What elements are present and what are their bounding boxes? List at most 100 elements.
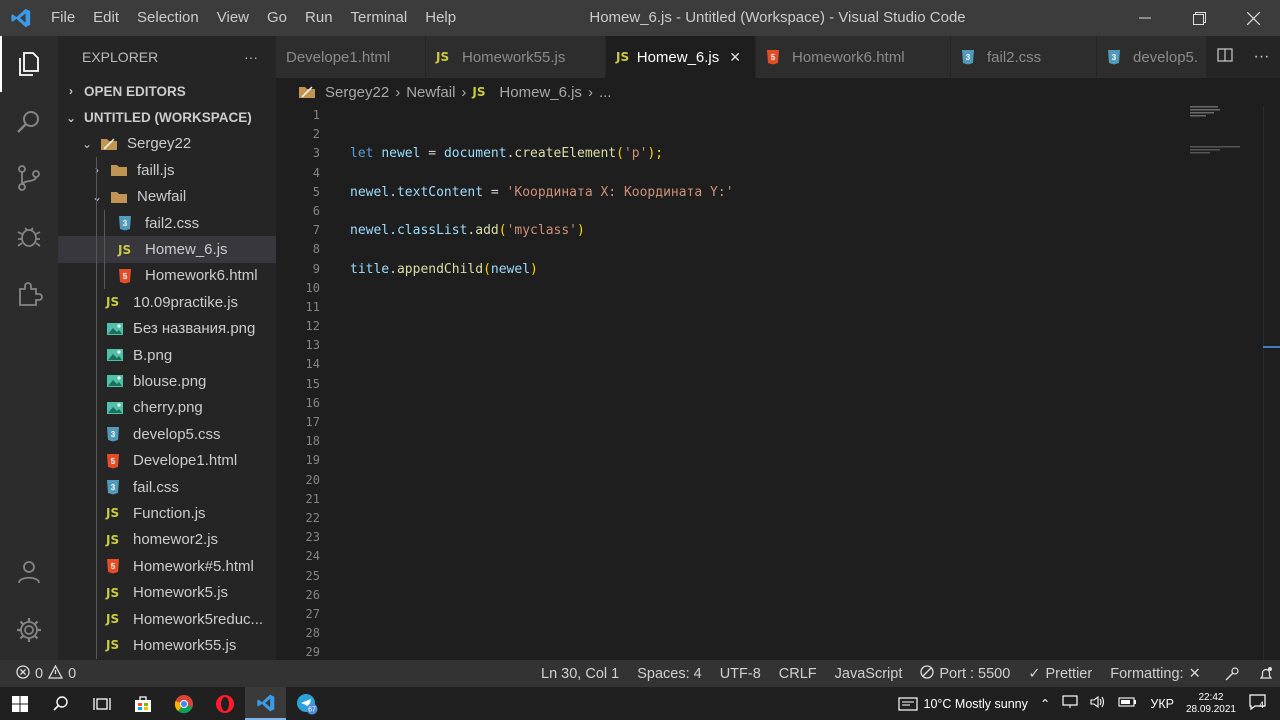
code-area[interactable]: let newel = document.createElement('p');… — [350, 106, 734, 279]
line-number-gutter: 1 2 3 4 5 6 7 8 9 10 11 12 13 14 15 16 17 18 19 20 21 22 23 24 2… — [276, 106, 320, 662]
menu-go[interactable]: Go — [258, 0, 296, 36]
tree-item[interactable]: JS Homework55.js — [58, 632, 276, 659]
tree-item[interactable]: 5 Homework#5.html — [58, 553, 276, 580]
html-file-icon: 5 — [118, 268, 138, 284]
close-tab-icon[interactable]: ✕ — [729, 49, 741, 66]
menu-run[interactable]: Run — [296, 0, 342, 36]
cursor-position[interactable]: Ln 30, Col 1 — [532, 666, 628, 682]
tree-item[interactable]: ⌄ Newfail — [58, 183, 276, 210]
feedback-icon[interactable] — [1210, 666, 1249, 682]
line-number: 23 — [305, 530, 320, 545]
tree-item[interactable]: cherry.png — [58, 394, 276, 422]
chrome-icon[interactable] — [163, 687, 204, 720]
volume-icon[interactable] — [1084, 695, 1112, 712]
tree-item[interactable]: 5 Develope1.html — [58, 447, 276, 474]
token-paren: ( — [483, 261, 491, 277]
input-language[interactable]: УКР — [1144, 697, 1180, 711]
extensions-icon[interactable] — [0, 266, 58, 322]
tree-item-label: 10.09practike.js — [133, 293, 239, 311]
search-icon[interactable] — [0, 94, 58, 150]
tree-item[interactable]: JS 10.09practike.js — [58, 289, 276, 316]
tree-item[interactable]: JS Homew_6.js — [58, 236, 276, 263]
tree-item[interactable]: 5 Homework6.html — [58, 262, 276, 290]
editor-scrollbar[interactable] — [1263, 106, 1280, 660]
opera-icon[interactable] — [204, 687, 245, 720]
menu-selection[interactable]: Selection — [128, 0, 208, 36]
tree-item[interactable]: JS Function.js — [58, 500, 276, 527]
explorer-icon[interactable] — [0, 36, 58, 92]
source-control-icon[interactable] — [0, 150, 58, 206]
line-ending[interactable]: CRLF — [770, 666, 826, 682]
breadcrumb-file[interactable]: Homew_6.js — [499, 84, 582, 101]
line-number: 10 — [305, 280, 320, 295]
tree-item-label: Homework55.js — [133, 636, 237, 654]
telegram-icon[interactable]: 67 — [286, 687, 327, 720]
menu-terminal[interactable]: Terminal — [342, 0, 417, 36]
live-server-port[interactable]: Port : 5500 — [911, 664, 1019, 683]
account-icon[interactable] — [0, 544, 58, 600]
restore-button[interactable] — [1172, 0, 1226, 36]
tree-item[interactable]: JS homewor2.js — [58, 526, 276, 554]
editor-tab[interactable]: JS Homew_6.js ✕ — [606, 36, 756, 78]
tab-label: Homework55.js — [462, 48, 566, 66]
tree-item[interactable]: JS Homework5reduc... — [58, 605, 276, 633]
store-icon[interactable] — [122, 687, 163, 720]
battery-icon[interactable] — [1112, 696, 1144, 711]
network-icon[interactable] — [1056, 695, 1084, 712]
weather-widget[interactable]: 10°C Mostly sunny — [892, 697, 1034, 711]
editor-tab[interactable]: Develope1.html — [276, 36, 426, 78]
breadcrumb-symbol[interactable]: ... — [599, 84, 612, 101]
settings-gear-icon[interactable] — [0, 602, 58, 658]
line-number: 19 — [305, 453, 320, 468]
indentation[interactable]: Spaces: 4 — [628, 666, 711, 682]
problems-indicator[interactable]: 0 0 — [0, 664, 85, 683]
more-actions-button[interactable]: ··· — [1254, 48, 1270, 66]
editor-tab[interactable]: 3 fail2.css — [951, 36, 1097, 78]
task-view-icon[interactable] — [81, 687, 122, 720]
explorer-title: EXPLORER — [82, 49, 159, 65]
vscode-taskbar-icon[interactable] — [245, 687, 286, 720]
menu-edit[interactable]: Edit — [84, 0, 128, 36]
tree-item-root[interactable]: ⌄ Sergey22 — [58, 131, 276, 157]
encoding[interactable]: UTF-8 — [711, 666, 770, 682]
code-editor[interactable]: 1 2 3 4 5 6 7 8 9 10 11 12 13 14 15 16 17 18 19 20 21 22 23 24 2… — [276, 106, 1280, 660]
language-mode[interactable]: JavaScript — [826, 666, 912, 682]
window-title: Homew_6.js - Untitled (Workspace) - Visu… — [589, 9, 966, 26]
minimap[interactable] — [1190, 106, 1262, 166]
code-line: let newel = document.createElement('p'); — [350, 144, 734, 163]
open-editors-section[interactable]: › OPEN EDITORS — [58, 78, 276, 104]
tree-item[interactable]: blouse.png — [58, 368, 276, 395]
tree-item[interactable]: 3 develop5.css — [58, 421, 276, 448]
explorer-more-button[interactable]: ··· — [244, 49, 258, 65]
breadcrumb-root[interactable]: Sergey22 — [325, 84, 389, 101]
tree-item-label: fail.css — [133, 478, 179, 496]
menu-view[interactable]: View — [208, 0, 258, 36]
editor-tab[interactable]: JS Homework55.js — [426, 36, 606, 78]
menu-help[interactable]: Help — [416, 0, 465, 36]
minimize-button[interactable] — [1118, 0, 1172, 36]
taskbar-search-icon[interactable] — [40, 687, 81, 720]
clock[interactable]: 22:42 28.09.2021 — [1180, 692, 1242, 716]
tree-item[interactable]: B.png — [58, 341, 276, 369]
tab-label: Develope1.html — [286, 48, 391, 66]
breadcrumb-folder[interactable]: Newfail — [406, 84, 455, 101]
action-center-icon[interactable]: 4 — [1242, 693, 1280, 714]
split-editor-icon[interactable] — [1216, 47, 1233, 68]
menu-file[interactable]: File — [42, 0, 84, 36]
tree-item[interactable]: › faill.js — [58, 157, 276, 184]
tree-item-label: Homework5.js — [133, 584, 229, 602]
debug-icon[interactable] — [0, 208, 58, 264]
chevron-up-icon[interactable]: ⌃ — [1034, 696, 1056, 711]
prettier-status[interactable]: ✓ Prettier — [1019, 666, 1101, 682]
tree-item[interactable]: JS Homework5.js — [58, 579, 276, 606]
formatting-toggle[interactable]: Formatting: ✕ — [1101, 666, 1210, 682]
workspace-section[interactable]: ⌄ UNTITLED (WORKSPACE) — [58, 104, 276, 130]
close-window-button[interactable] — [1226, 0, 1280, 36]
notifications-bell-icon[interactable] — [1249, 666, 1280, 682]
tree-item[interactable]: Без названия.png — [58, 315, 276, 342]
windows-start-icon[interactable] — [0, 687, 40, 720]
tree-item[interactable]: 3 fail2.css — [58, 209, 276, 237]
editor-tab[interactable]: 5 Homework6.html — [756, 36, 951, 78]
tree-item[interactable]: 3 fail.css — [58, 473, 276, 501]
